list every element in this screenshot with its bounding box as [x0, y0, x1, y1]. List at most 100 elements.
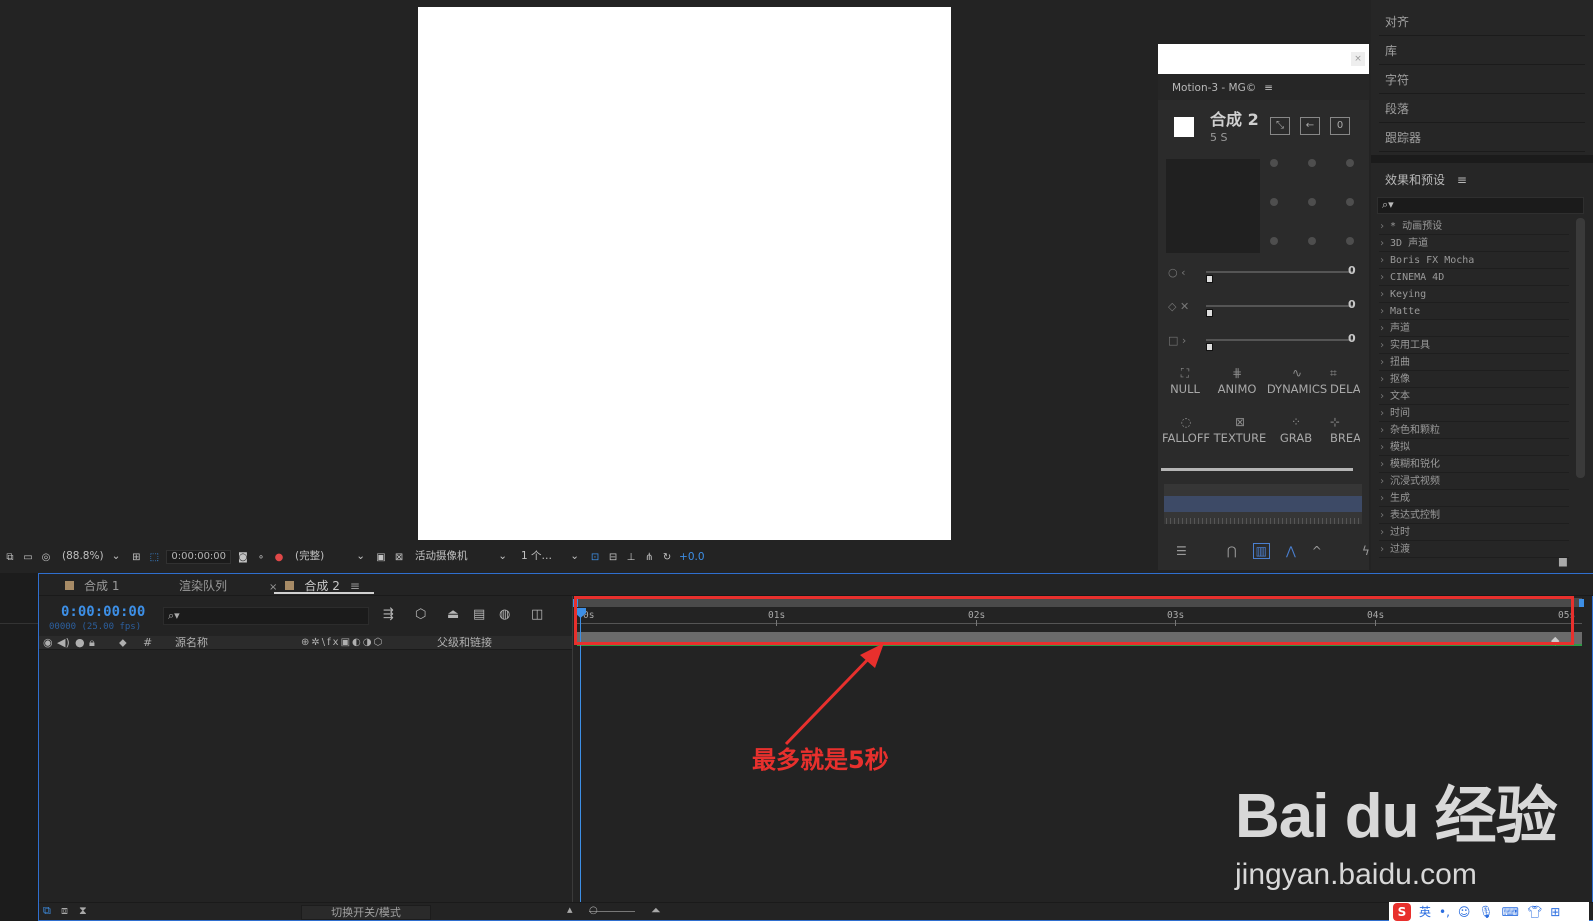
expand-icon[interactable]: ⤡	[1270, 117, 1290, 135]
effects-category[interactable]: › 文本	[1379, 388, 1569, 405]
panel-menu-icon[interactable]: ≡	[1457, 173, 1467, 187]
panel-align[interactable]: 对齐	[1379, 8, 1585, 36]
layer-search-input[interactable]: ⌕▾	[163, 607, 369, 625]
zoom-in-icon[interactable]: ⏶	[651, 903, 661, 918]
delay-button[interactable]: ⌗ DELA	[1330, 366, 1360, 396]
keyboard-icon[interactable]: ⌨	[1502, 905, 1519, 919]
camera-select[interactable]: 活动摄像机 ⌄	[411, 550, 511, 564]
effects-category[interactable]: › 杂色和颗粒	[1379, 422, 1569, 439]
punctuation-icon[interactable]: •,	[1439, 905, 1450, 919]
mask-icon[interactable]: ⬚	[148, 552, 160, 563]
effects-category[interactable]: › 抠像	[1379, 371, 1569, 388]
effects-scrollbar[interactable]	[1576, 218, 1585, 478]
effects-category[interactable]: › 模拟	[1379, 439, 1569, 456]
anchor-point[interactable]	[1346, 159, 1354, 167]
break-button[interactable]: ⊹ BREA	[1330, 415, 1360, 445]
zoom-select[interactable]: (88.8%) ⌄	[58, 550, 124, 564]
panel-tracker[interactable]: 跟踪器	[1379, 124, 1585, 152]
resolution-select[interactable]: (完整) ⌄	[291, 550, 369, 564]
navigator-end[interactable]	[1579, 599, 1584, 607]
slider-knob-1[interactable]	[1206, 275, 1213, 283]
channel-icon[interactable]: ∘	[255, 552, 267, 563]
zoom-slider-knob[interactable]: ○	[589, 905, 598, 916]
comp-flowchart-icon[interactable]: ⇶	[383, 607, 394, 622]
slider-knob-3[interactable]	[1206, 343, 1213, 351]
vr-icon[interactable]: ◎	[40, 552, 52, 563]
effects-category[interactable]: › 模糊和锐化	[1379, 456, 1569, 473]
panel-menu-icon[interactable]: ≡	[1264, 82, 1273, 94]
audio-icon[interactable]: ◀)	[57, 636, 70, 649]
eye-icon[interactable]: ◉	[43, 636, 53, 649]
parent-column[interactable]: 父级和链接	[437, 636, 492, 649]
color-channels-icon[interactable]: ●	[273, 552, 285, 563]
tab-render-queue[interactable]: 渲染队列	[179, 577, 227, 594]
grab-button[interactable]: ⁘ GRAB	[1276, 415, 1316, 445]
effects-category[interactable]: › 过时	[1379, 524, 1569, 541]
lock-icon[interactable]: 🔒︎	[89, 636, 95, 649]
effects-search-input[interactable]: ⌕▾	[1377, 197, 1584, 214]
slider-track-3[interactable]	[1206, 339, 1354, 341]
zoom-out-icon[interactable]: ▴	[567, 903, 573, 916]
label-icon[interactable]: ⬥	[119, 636, 127, 649]
panel-paragraph[interactable]: 段落	[1379, 95, 1585, 123]
ime-language[interactable]: 英	[1419, 903, 1431, 920]
effects-category[interactable]: › * 动画预设	[1379, 218, 1569, 235]
timeline-divider[interactable]	[572, 596, 573, 902]
camera-icon[interactable]: ◙	[237, 552, 249, 563]
composition-viewer[interactable]	[0, 0, 1348, 549]
views-select[interactable]: 1 个… ⌄	[517, 550, 583, 564]
always-preview-icon[interactable]: ⧉	[4, 552, 16, 563]
effects-category[interactable]: › 生成	[1379, 490, 1569, 507]
effects-category[interactable]: › 沉浸式视频	[1379, 473, 1569, 490]
switches-icons[interactable]: ⊕✲\fx▣◐◑⬡	[301, 636, 384, 649]
panel-character[interactable]: 字符	[1379, 66, 1585, 94]
anchor-point[interactable]	[1270, 237, 1278, 245]
graph-mode-icon[interactable]: ▥	[1252, 543, 1270, 559]
effects-presets-title[interactable]: 效果和预设 ≡	[1385, 171, 1467, 188]
anchor-point[interactable]	[1346, 198, 1354, 206]
lightning-icon[interactable]: ϟ	[1362, 544, 1370, 558]
effects-category[interactable]: › CINEMA 4D	[1379, 269, 1569, 286]
microphone-icon[interactable]: 🎙︎	[1478, 905, 1493, 919]
panel-library[interactable]: 库	[1379, 37, 1585, 65]
effects-category[interactable]: › 表达式控制	[1379, 507, 1569, 524]
timeline-icon[interactable]: ⊥	[625, 552, 637, 563]
effects-category[interactable]: › Boris FX Mocha	[1379, 252, 1569, 269]
anchor-point[interactable]	[1308, 198, 1316, 206]
texture-button[interactable]: ⊠ TEXTURE	[1212, 415, 1268, 445]
bezier-icon[interactable]: ⋀	[1286, 544, 1296, 558]
draft-3d-icon[interactable]: ⬡	[415, 607, 426, 622]
transfer-icon[interactable]: ⧈	[61, 904, 68, 918]
time-stretch-icon[interactable]: ⧗	[79, 904, 87, 918]
effects-category[interactable]: › 实用工具	[1379, 337, 1569, 354]
layer-switches-icon[interactable]: ⧉	[43, 904, 51, 918]
region-icon[interactable]: ▣	[375, 552, 387, 563]
timeline-timecode[interactable]: 0:00:00:00	[61, 604, 145, 620]
anchor-point[interactable]	[1308, 237, 1316, 245]
transparency-grid-icon[interactable]: ⊠	[393, 552, 405, 563]
viewer-timecode[interactable]: 0:00:00:00	[166, 550, 232, 564]
null-button[interactable]: ⛶ NULL	[1162, 366, 1208, 396]
animo-button[interactable]: ⋕ ANIMO	[1212, 366, 1262, 396]
exposure-value[interactable]: +0.0	[679, 551, 705, 563]
tab-comp-1[interactable]: 合成 1	[65, 577, 119, 594]
curve-icon[interactable]: ⋂	[1227, 544, 1237, 558]
fit-icon[interactable]: ⊞	[130, 552, 142, 563]
effects-category[interactable]: › 时间	[1379, 405, 1569, 422]
toggle-pixel-icon[interactable]: ⊡	[589, 552, 601, 563]
menu-icon[interactable]: ☰	[1176, 544, 1187, 558]
anchor-point[interactable]	[1308, 159, 1316, 167]
close-icon[interactable]: ×	[1351, 52, 1365, 66]
dynamics-button[interactable]: ∿ DYNAMICS	[1264, 366, 1330, 396]
effects-category[interactable]: › Keying	[1379, 286, 1569, 303]
sogou-logo[interactable]: S	[1393, 902, 1411, 921]
graph-editor-icon[interactable]: ◫	[531, 607, 543, 622]
motion-graph-range[interactable]	[1164, 496, 1362, 512]
effects-category[interactable]: › 声道	[1379, 320, 1569, 337]
grid-icon[interactable]: ⊞	[1550, 905, 1560, 919]
source-name-column[interactable]: 源名称	[175, 636, 208, 649]
anchor-preview[interactable]	[1166, 159, 1260, 253]
composition-canvas[interactable]	[418, 7, 951, 540]
effects-category[interactable]: › 扭曲	[1379, 354, 1569, 371]
caret-up-icon[interactable]: ^	[1312, 544, 1322, 558]
